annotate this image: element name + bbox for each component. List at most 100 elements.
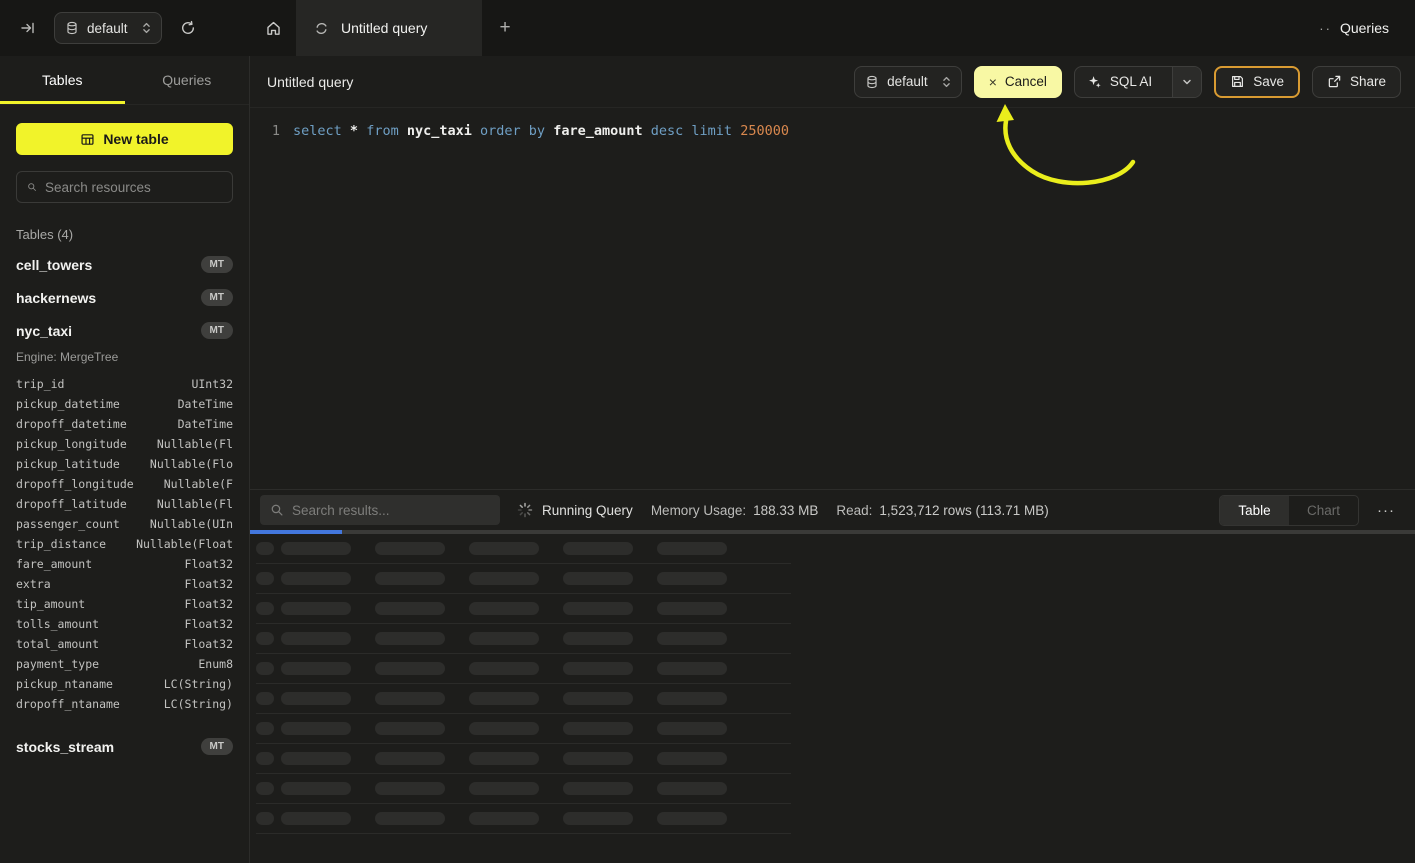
engine-badge: MT <box>201 289 233 306</box>
more-options-button[interactable]: ··· <box>1371 498 1401 523</box>
skeleton-cell <box>657 632 727 645</box>
tables-list: cell_towersMThackernewsMTnyc_taxiMTEngin… <box>16 248 233 763</box>
skeleton-cell <box>256 632 274 645</box>
save-button[interactable]: Save <box>1214 66 1300 98</box>
search-resources-input[interactable] <box>45 180 222 195</box>
code-token <box>643 123 651 139</box>
view-toggle-table[interactable]: Table <box>1220 496 1289 525</box>
tab-loading-spinner-icon <box>314 21 329 36</box>
results-skeleton <box>250 534 1415 863</box>
queries-link[interactable]: ·· Queries <box>1293 0 1415 56</box>
memory-usage-label: Memory Usage: <box>651 503 746 518</box>
column-row: pickup_ntanameLC(String) <box>16 674 233 694</box>
search-results-input[interactable] <box>292 503 490 518</box>
sparkle-icon <box>1087 74 1102 89</box>
skeleton-cell <box>256 812 274 825</box>
table-item[interactable]: cell_towersMT <box>16 248 233 281</box>
topbar-left: default <box>0 0 250 56</box>
sql-editor[interactable]: 1 select * from nyc_taxi order by fare_a… <box>250 108 1415 489</box>
refresh-button[interactable] <box>176 16 200 40</box>
home-button[interactable] <box>250 0 296 56</box>
skeleton-cell <box>563 722 633 735</box>
new-tab-button[interactable]: + <box>482 0 528 56</box>
skeleton-cell <box>375 632 445 645</box>
skeleton-cell <box>657 662 727 675</box>
column-row: dropoff_longitudeNullable(F <box>16 474 233 494</box>
app-window: default Untitled query + ·· Queries <box>0 0 1415 863</box>
skeleton-cell <box>281 602 351 615</box>
code-token: fare_amount <box>553 123 642 139</box>
table-name: cell_towers <box>16 257 92 273</box>
code-token: select <box>293 123 342 139</box>
skeleton-cell <box>563 812 633 825</box>
new-table-button[interactable]: New table <box>16 123 233 155</box>
database-icon <box>65 21 79 35</box>
sidebar-tab-tables[interactable]: Tables <box>0 56 125 104</box>
skeleton-cell <box>256 752 274 765</box>
sql-ai-main[interactable]: SQL AI <box>1075 67 1164 97</box>
skeleton-cell <box>469 632 539 645</box>
column-type: Float32 <box>185 637 233 651</box>
column-row: fare_amountFloat32 <box>16 554 233 574</box>
column-row: pickup_datetimeDateTime <box>16 394 233 414</box>
view-toggle-chart[interactable]: Chart <box>1289 496 1358 525</box>
column-type: Float32 <box>185 557 233 571</box>
skeleton-cell <box>281 812 351 825</box>
column-row: pickup_latitudeNullable(Flo <box>16 454 233 474</box>
skeleton-cell <box>469 602 539 615</box>
column-name: pickup_latitude <box>16 457 120 471</box>
table-item[interactable]: hackernews MT <box>16 281 233 314</box>
sidebar-tab-queries[interactable]: Queries <box>125 56 250 104</box>
skeleton-cell <box>281 632 351 645</box>
main-panel: Untitled query default × Cancel <box>250 56 1415 863</box>
save-label: Save <box>1253 74 1284 89</box>
query-database-selector[interactable]: default <box>854 66 962 98</box>
query-database-value: default <box>887 74 928 89</box>
skeleton-row <box>256 594 791 624</box>
topbar-spacer <box>528 0 1293 56</box>
sql-ai-button[interactable]: SQL AI <box>1074 66 1202 98</box>
skeleton-cell <box>281 752 351 765</box>
column-name: trip_distance <box>16 537 106 551</box>
skeleton-cell <box>657 602 727 615</box>
skeleton-row <box>256 744 791 774</box>
query-toolbar: Untitled query default × Cancel <box>250 56 1415 108</box>
share-label: Share <box>1350 74 1386 89</box>
skeleton-cell <box>563 752 633 765</box>
table-item[interactable]: nyc_taxiMT <box>16 314 233 347</box>
skeleton-cell <box>281 692 351 705</box>
code-token: desc <box>651 123 684 139</box>
column-type: DateTime <box>178 397 233 411</box>
skeleton-cell <box>375 602 445 615</box>
code-token: * <box>350 123 358 139</box>
code-line: 1 select * from nyc_taxi order by fare_a… <box>250 121 1415 141</box>
home-icon <box>265 20 282 37</box>
sql-ai-dropdown-button[interactable] <box>1172 67 1201 97</box>
code-token <box>358 123 366 139</box>
column-row: tip_amountFloat32 <box>16 594 233 614</box>
tab-untitled-query[interactable]: Untitled query <box>296 0 482 56</box>
column-type: Nullable(Fl <box>157 437 233 451</box>
refresh-icon <box>180 20 196 36</box>
database-selector[interactable]: default <box>54 12 162 44</box>
skeleton-cell <box>375 812 445 825</box>
column-name: pickup_longitude <box>16 437 127 451</box>
skeleton-cell <box>563 632 633 645</box>
read-value: 1,523,712 rows (113.71 MB) <box>879 503 1048 518</box>
skeleton-row <box>256 534 791 564</box>
share-button[interactable]: Share <box>1312 66 1401 98</box>
sql-ai-label: SQL AI <box>1110 74 1152 89</box>
results-search <box>260 495 500 525</box>
cancel-button[interactable]: × Cancel <box>974 66 1062 98</box>
skeleton-cell <box>256 662 274 675</box>
table-name: hackernews <box>16 290 96 306</box>
skeleton-cell <box>375 572 445 585</box>
sidebar-content: New table Tables (4) cell_towersMThacker… <box>0 105 249 763</box>
column-row: extraFloat32 <box>16 574 233 594</box>
collapse-sidebar-button[interactable] <box>16 16 40 40</box>
column-name: tip_amount <box>16 597 85 611</box>
column-name: tolls_amount <box>16 617 99 631</box>
code-token: 250000 <box>740 123 789 139</box>
column-row: tolls_amountFloat32 <box>16 614 233 634</box>
table-item[interactable]: stocks_streamMT <box>16 730 233 763</box>
